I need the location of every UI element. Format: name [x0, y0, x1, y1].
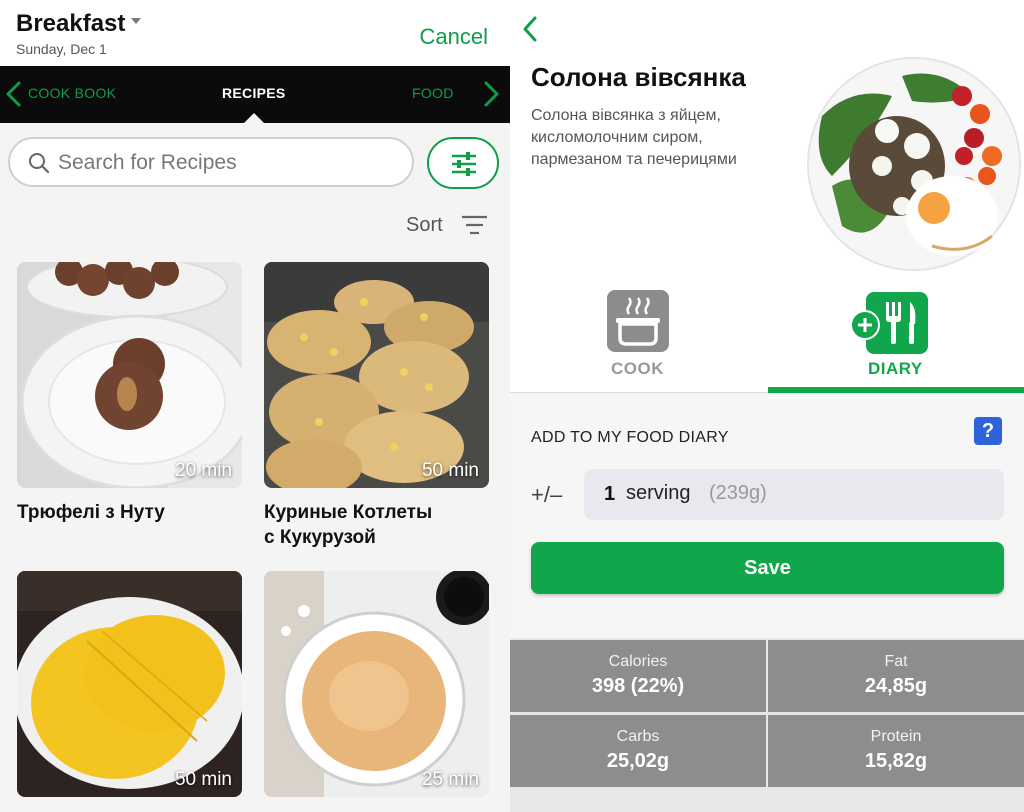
- recipe-description: Солона вівсянка з яйцем, кисломолочним с…: [531, 107, 737, 168]
- recipe-card-image[interactable]: 50 min: [17, 571, 242, 797]
- diary-mode-label: DIARY: [868, 359, 923, 378]
- sort-icon[interactable]: [462, 214, 488, 236]
- nutrition-cell-fat: Fat 24,85g: [768, 640, 1024, 712]
- recipe-card-image[interactable]: 25 min: [264, 571, 489, 797]
- recipe-title: Солона вівсянка: [531, 62, 746, 92]
- sort-button[interactable]: Sort: [406, 214, 443, 237]
- help-button[interactable]: ?: [974, 417, 1002, 445]
- add-to-diary-section: ADD TO MY FOOD DIARY ? +/– 1 serving (23…: [510, 393, 1024, 638]
- recipe-card-image[interactable]: 20 min: [17, 262, 242, 488]
- cook-time: 50 min: [421, 460, 479, 481]
- pancakes-photo: [17, 571, 242, 797]
- sliders-icon: [452, 152, 476, 176]
- serving-field[interactable]: 1 serving (239g): [584, 469, 1004, 520]
- serving-unit: serving: [626, 482, 691, 504]
- recipe-detail-screen: Солона вівсянка Солона вівсянка з яйцем,…: [510, 0, 1024, 812]
- search-icon: [29, 153, 50, 174]
- search-input[interactable]: [58, 151, 398, 175]
- serving-quantity: 1: [604, 483, 616, 505]
- tab-food[interactable]: FOOD: [412, 85, 454, 101]
- nutrition-cell-calories: Calories 398 (22%): [510, 640, 766, 712]
- chevron-left-icon[interactable]: [3, 80, 25, 108]
- cutlets-photo: [264, 262, 489, 488]
- chevron-right-icon[interactable]: [480, 80, 502, 108]
- meal-header: Breakfast Sunday, Dec 1 Cancel: [0, 0, 510, 66]
- cook-time: 20 min: [174, 460, 232, 481]
- meal-date: Sunday, Dec 1: [16, 41, 107, 57]
- plus-minus-button[interactable]: +/–: [531, 482, 562, 508]
- truffles-photo: [17, 262, 242, 488]
- recipe-name[interactable]: Трюфелі з Нуту: [17, 500, 165, 525]
- cook-time: 25 min: [421, 769, 479, 790]
- recipe-photo: [802, 56, 1024, 278]
- cook-mode-button[interactable]: [607, 290, 669, 352]
- back-chevron-icon[interactable]: [520, 14, 540, 44]
- cancel-button[interactable]: Cancel: [420, 24, 488, 50]
- nutrition-cell-carbs: Carbs 25,02g: [510, 715, 766, 787]
- diary-heading: ADD TO MY FOOD DIARY: [531, 429, 729, 446]
- cooking-pot-icon: [616, 297, 660, 346]
- recipes-screen: Breakfast Sunday, Dec 1 Cancel COOK BOOK…: [0, 0, 510, 812]
- nutrition-cell-protein: Protein 15,82g: [768, 715, 1024, 787]
- meal-title: Breakfast: [16, 10, 126, 37]
- meal-selector[interactable]: Breakfast: [16, 10, 142, 38]
- save-button[interactable]: Save: [531, 542, 1004, 594]
- recipe-card-image[interactable]: 50 min: [264, 262, 489, 488]
- add-plus-icon: [850, 310, 880, 340]
- cook-time: 50 min: [174, 769, 232, 790]
- cook-mode-label: COOK: [611, 359, 664, 378]
- active-tab-indicator: [244, 113, 264, 123]
- serving-grams: (239g): [709, 482, 767, 504]
- nutrition-grid: Calories 398 (22%) Fat 24,85g Carbs 25,0…: [510, 638, 1024, 812]
- search-box[interactable]: [8, 137, 414, 187]
- filter-button[interactable]: [427, 137, 499, 189]
- blini-photo: [264, 571, 489, 797]
- recipe-name[interactable]: Куриные Котлеты с Кукурузой: [264, 500, 432, 550]
- caret-down-icon: [131, 17, 142, 24]
- tab-cook-book[interactable]: COOK BOOK: [28, 85, 116, 101]
- tab-recipes[interactable]: RECIPES: [222, 85, 286, 101]
